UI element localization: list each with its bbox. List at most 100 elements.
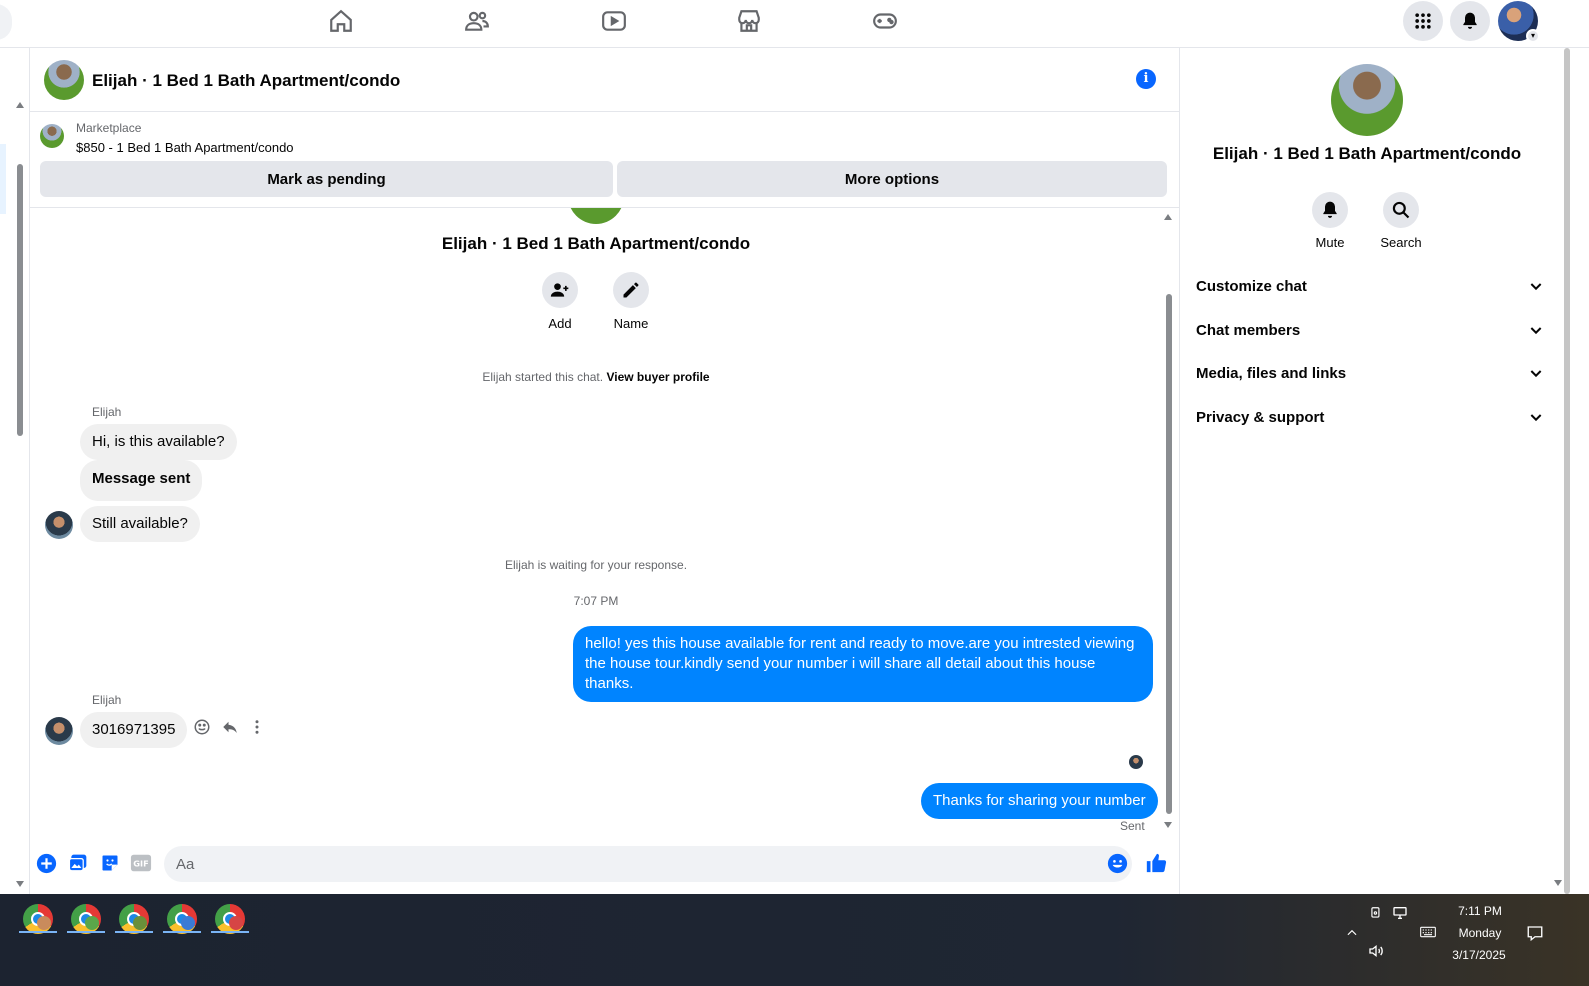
chat-scroll-up-arrow[interactable] [1164,214,1172,220]
chevron-down-icon [1530,414,1542,422]
home-icon[interactable] [323,6,359,36]
chevron-down-icon [1530,327,1542,335]
chat-scrollbar[interactable] [1166,294,1172,814]
message-bubble[interactable]: Message sent [80,460,203,501]
chevron-down-icon: ▾ [1526,29,1540,43]
message-bubble[interactable]: Hi, is this available? [80,424,237,460]
message-composer: GIF [30,838,1179,894]
seen-avatar [1129,755,1143,769]
more-icon[interactable] [247,717,267,737]
scroll-up-arrow[interactable] [16,102,24,108]
view-buyer-profile-link[interactable]: View buyer profile [606,370,709,384]
pencil-icon [623,282,639,298]
search-label: Search [1380,235,1422,250]
chrome-icon[interactable] [215,904,245,934]
keyboard-icon[interactable] [1417,923,1439,941]
chrome-icon[interactable] [23,904,53,934]
active-indicator [115,931,153,933]
friends-icon[interactable] [459,6,495,36]
more-options-button[interactable]: More options [617,161,1167,197]
search-in-chat-button[interactable]: Search [1371,192,1431,250]
chat-title[interactable]: Elijah · 1 Bed 1 Bath Apartment/condo [92,71,400,91]
reply-icon[interactable] [220,717,240,737]
chevron-up-icon[interactable] [1343,924,1361,942]
photo-icon[interactable] [67,852,89,874]
add-person-icon [550,283,569,297]
react-icon[interactable] [192,717,212,737]
chrome-icon[interactable] [119,904,149,934]
meet-now-icon[interactable] [1367,904,1385,922]
chat-members-row[interactable]: Chat members [1196,312,1544,348]
gif-icon[interactable]: GIF [130,852,152,874]
message-bubble[interactable]: 3016971395 [80,712,188,748]
chat-info-title: Elijah · 1 Bed 1 Bath Apartment/condo [1212,144,1522,163]
chat-scroll-down-arrow[interactable] [1164,822,1172,828]
sticker-icon[interactable] [99,852,121,874]
mute-button[interactable]: Mute [1300,192,1360,250]
selected-indicator [0,144,6,214]
media-files-links-row[interactable]: Media, files and links [1196,355,1544,391]
chevron-down-icon [1530,283,1542,291]
row-label: Media, files and links [1196,364,1347,382]
top-navigation: ▾ [0,0,1589,48]
like-icon[interactable] [1145,852,1167,874]
menu-grid-button[interactable] [1403,1,1443,41]
timestamp: 7:07 PM [573,594,619,608]
info-icon[interactable]: i [1136,69,1156,89]
sender-avatar[interactable] [45,717,73,745]
svg-text:GIF: GIF [133,859,148,869]
clock-time[interactable]: 7:11 PM [1452,904,1508,918]
page-scroll-down-arrow[interactable] [1554,880,1562,886]
conversation-title: Elijah · 1 Bed 1 Bath Apartment/condo [441,234,751,253]
network-icon[interactable] [1391,904,1409,922]
sender-name: Elijah [92,405,122,419]
grid-icon [1415,13,1431,29]
chat-header: Elijah · 1 Bed 1 Bath Apartment/condo i [30,48,1179,112]
name-chat-button[interactable]: Name [601,272,661,331]
page-scrollbar[interactable] [1564,48,1570,894]
listing-title[interactable]: $850 - 1 Bed 1 Bath Apartment/condo [76,140,294,155]
bell-icon [1463,12,1477,29]
sent-status: Sent [1120,819,1145,833]
account-avatar[interactable]: ▾ [1498,1,1540,43]
clock-date[interactable]: 3/17/2025 [1446,948,1512,962]
conversation-avatar [568,208,624,224]
name-label: Name [613,316,649,331]
chrome-icon[interactable] [167,904,197,934]
listing-thumbnail[interactable] [40,124,64,148]
marketplace-icon[interactable] [731,6,767,36]
message-list: Elijah · 1 Bed 1 Bath Apartment/condo Ad… [30,208,1179,838]
page-scroll-strip [1553,48,1589,894]
video-icon[interactable] [596,6,632,36]
search-stub[interactable] [0,4,12,40]
sender-avatar[interactable] [45,511,73,539]
chrome-icon[interactable] [71,904,101,934]
notification-center-icon[interactable] [1526,924,1544,942]
message-input[interactable] [164,846,1132,882]
my-message-bubble[interactable]: Thanks for sharing your number [921,783,1158,819]
scroll-down-arrow[interactable] [16,881,24,887]
waiting-notice: Elijah is waiting for your response. [504,558,688,572]
chat-avatar[interactable] [44,60,84,100]
chat-info-panel: Elijah · 1 Bed 1 Bath Apartment/condo Mu… [1179,48,1553,894]
privacy-support-row[interactable]: Privacy & support [1196,399,1544,435]
gaming-icon[interactable] [867,6,903,36]
clock-day[interactable]: Monday [1452,926,1508,940]
active-indicator [67,931,105,933]
my-message-bubble[interactable]: hello! yes this house available for rent… [573,626,1153,702]
marketplace-label: Marketplace [76,121,142,135]
message-bubble[interactable]: Still available? [80,506,200,542]
plus-icon[interactable] [35,852,57,874]
volume-icon[interactable] [1367,942,1385,960]
emoji-icon[interactable] [1106,852,1128,874]
left-scrollbar[interactable] [17,164,23,436]
taskbar: 7:11 PM Monday 3/17/2025 [0,894,1589,986]
customize-chat-row[interactable]: Customize chat [1196,268,1544,304]
chat-panel: Elijah · 1 Bed 1 Bath Apartment/condo i … [30,48,1179,894]
active-indicator [19,931,57,933]
chat-info-avatar[interactable] [1331,64,1403,136]
add-people-button[interactable]: Add [530,272,590,331]
notifications-button[interactable] [1450,1,1490,41]
mark-as-pending-button[interactable]: Mark as pending [40,161,613,197]
row-label: Privacy & support [1196,408,1325,426]
